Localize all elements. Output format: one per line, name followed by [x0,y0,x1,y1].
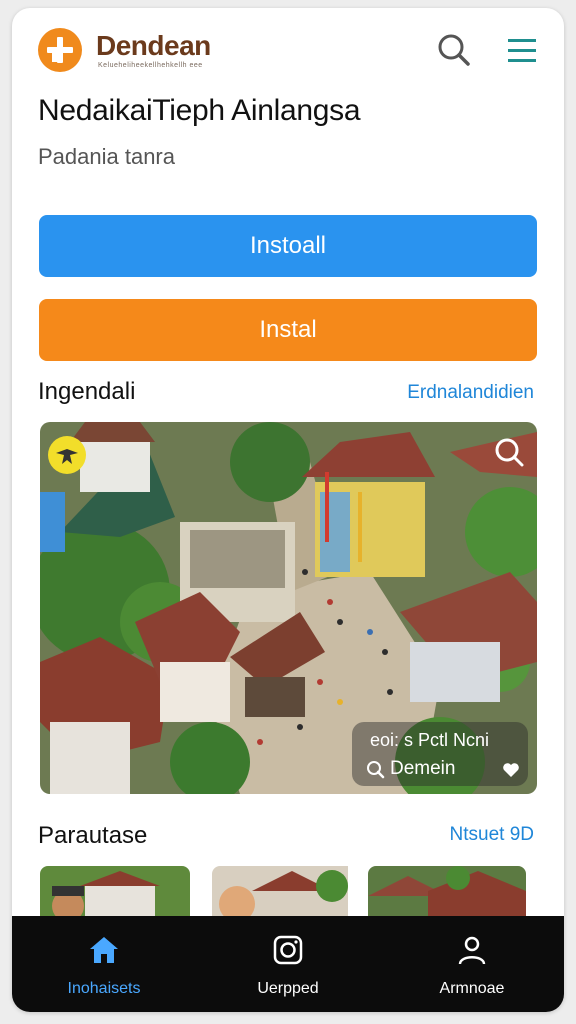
featured-image-card[interactable]: eoi: s Pctl Ncni Demein [40,422,537,794]
featured-section-title: Ingendali [38,378,136,405]
bird-icon [56,449,78,464]
caption-line-1: eoi: s Pctl Ncni [370,730,490,750]
page-subtitle: Padania tanra [38,144,175,169]
zoom-icon [495,438,524,467]
menu-button[interactable] [502,30,542,70]
hamburger-menu-icon [508,39,536,62]
bottom-tab-bar: Inohaisets Uerpped Armnoae [12,916,564,1012]
home-icon [90,937,118,963]
brand-name: Dendean [96,30,211,61]
app-logo [38,28,82,72]
tab-camera-label: Uerpped [257,980,319,997]
tab-home[interactable]: Inohaisets [12,916,196,1012]
caption-line-2: Demein [390,758,456,779]
image-caption-card: eoi: s Pctl Ncni Demein [352,722,528,786]
search-button[interactable] [434,30,474,70]
camera-icon [273,935,303,965]
more-section-title: Parautase [38,822,148,849]
search-icon [438,34,470,66]
app-header: Dendean Kelueheliheekellhehkellh eee [12,8,564,88]
brand-tagline: Kelueheliheekellhehkellh eee [98,62,203,69]
pin-badge[interactable] [48,436,86,474]
install-primary-button[interactable]: Instoall [39,215,537,277]
featured-see-all-link[interactable]: Erdnalandidien [407,382,534,404]
plus-cross-icon [47,37,73,63]
search-small-icon [367,761,385,779]
tab-profile-label: Armnoae [439,980,505,997]
app-screen: Dendean Kelueheliheekellhehkellh eee Ned… [12,8,564,1012]
zoom-button[interactable] [491,434,527,470]
profile-icon [458,936,486,965]
install-secondary-button[interactable]: Instal [39,299,537,361]
page-title: NedaikaiTieph Ainlangsa [38,94,361,127]
more-see-all-link[interactable]: Ntsuet 9D [450,824,534,846]
tab-camera[interactable]: Uerpped [196,916,380,1012]
tab-profile[interactable]: Armnoae [380,916,564,1012]
tab-home-label: Inohaisets [67,980,141,997]
heart-icon[interactable] [502,762,520,778]
